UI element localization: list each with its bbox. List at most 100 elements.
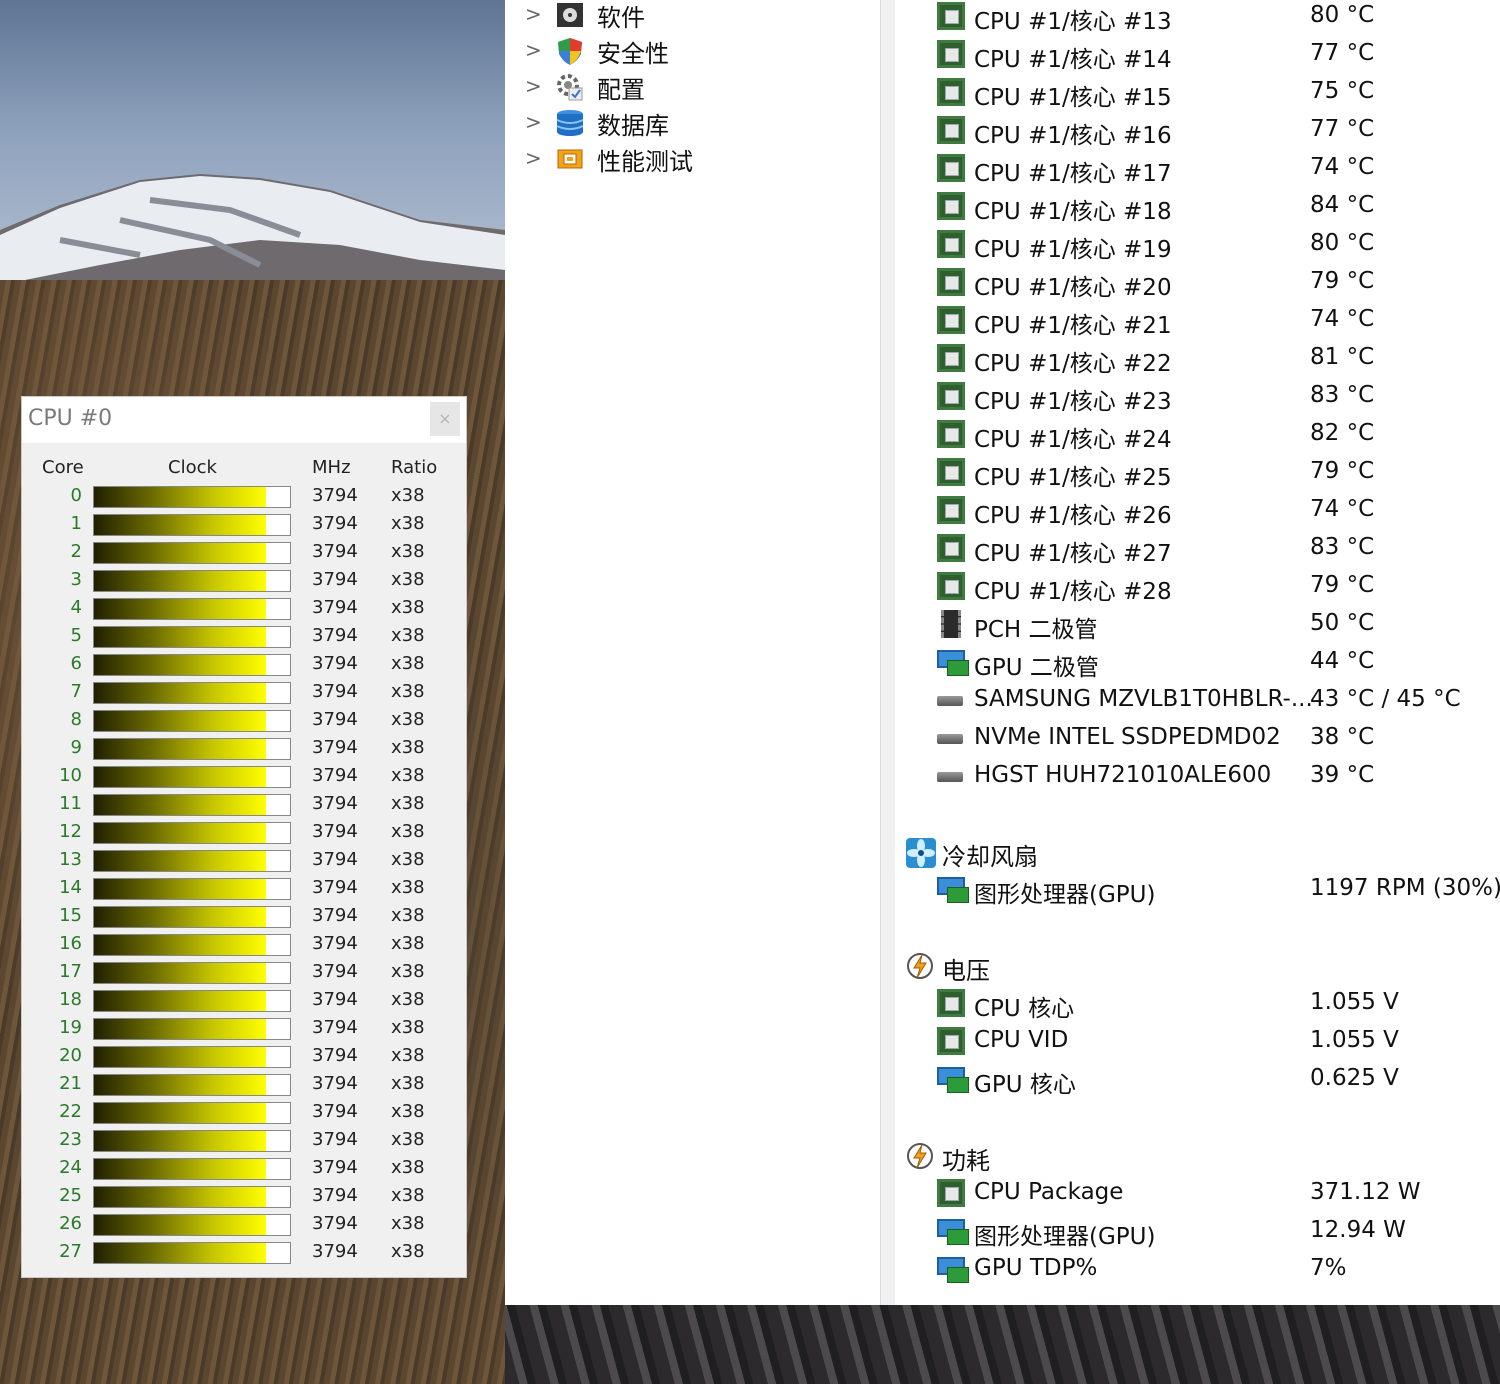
clock-bar-fill — [94, 1243, 267, 1263]
sensor-row[interactable]: 图形处理器(GPU) 12.94 W — [895, 1213, 1500, 1251]
sensor-row[interactable]: CPU #1/核心 #22 81 °C — [895, 340, 1500, 378]
core-ratio: x38 — [391, 541, 425, 562]
core-mhz: 3794 — [312, 597, 358, 618]
clock-bar — [93, 1214, 291, 1236]
chevron-right-icon[interactable]: > — [525, 2, 542, 26]
core-mhz: 3794 — [312, 625, 358, 646]
tree-item-label: 配置 — [597, 76, 645, 104]
sensor-row[interactable]: CPU #1/核心 #27 83 °C — [895, 530, 1500, 568]
core-row: 17 3794 x38 — [22, 959, 466, 987]
chevron-right-icon[interactable]: > — [525, 110, 542, 134]
clock-bar — [93, 766, 291, 788]
sensor-row[interactable]: CPU #1/核心 #18 84 °C — [895, 188, 1500, 226]
chevron-right-icon[interactable]: > — [525, 146, 542, 170]
core-row: 16 3794 x38 — [22, 931, 466, 959]
core-ratio: x38 — [391, 597, 425, 618]
sensor-row[interactable]: CPU #1/核心 #15 75 °C — [895, 74, 1500, 112]
sensor-value: 50 °C — [1310, 610, 1375, 636]
core-mhz: 3794 — [312, 1101, 358, 1122]
sensor-row[interactable]: CPU #1/核心 #20 79 °C — [895, 264, 1500, 302]
core-row: 8 3794 x38 — [22, 707, 466, 735]
cpu-chip-icon — [937, 989, 967, 1019]
sensor-row[interactable]: CPU #1/核心 #26 74 °C — [895, 492, 1500, 530]
sensor-value: 79 °C — [1310, 268, 1375, 294]
core-index: 13 — [59, 849, 82, 870]
sensor-row[interactable]: HGST HUH721010ALE600 39 °C — [895, 758, 1500, 796]
sensor-row[interactable]: CPU #1/核心 #14 77 °C — [895, 36, 1500, 74]
cpu-window-title: CPU #0 — [28, 406, 113, 431]
chevron-right-icon[interactable]: > — [525, 38, 542, 62]
core-ratio: x38 — [391, 1157, 425, 1178]
clock-bar-fill — [94, 907, 267, 927]
sensor-row[interactable]: CPU #1/核心 #21 74 °C — [895, 302, 1500, 340]
tree-pane: > 软件 > 安全性 > 配置 > 数据库 > 性能测试 — [505, 0, 880, 1305]
cpu-chip-icon — [937, 154, 967, 184]
core-index: 23 — [59, 1129, 82, 1150]
core-index: 14 — [59, 877, 82, 898]
core-ratio: x38 — [391, 1185, 425, 1206]
sensor-value: 77 °C — [1310, 116, 1375, 142]
cpu-chip-icon — [937, 268, 967, 298]
sensor-label: GPU 二极管 — [974, 655, 1099, 681]
group-power[interactable]: 功耗 — [895, 1137, 1500, 1175]
core-mhz: 3794 — [312, 1185, 358, 1206]
clock-bar-fill — [94, 487, 267, 507]
sensor-row[interactable]: CPU #1/核心 #13 80 °C — [895, 0, 1500, 36]
clock-bar-fill — [94, 571, 267, 591]
pane-splitter[interactable] — [880, 0, 896, 1305]
sensor-row[interactable]: 图形处理器(GPU) 1197 RPM (30%) — [895, 871, 1500, 909]
sensor-row[interactable]: SAMSUNG MZVLB1T0HBLR-... 43 °C / 45 °C — [895, 682, 1500, 720]
fan-icon — [905, 837, 937, 869]
core-ratio: x38 — [391, 1017, 425, 1038]
chevron-right-icon[interactable]: > — [525, 74, 542, 98]
sensor-value: 74 °C — [1310, 496, 1375, 522]
core-row: 24 3794 x38 — [22, 1155, 466, 1183]
group-fans-title: 冷却风扇 — [942, 843, 1038, 871]
close-button[interactable]: × — [430, 402, 460, 436]
core-ratio: x38 — [391, 681, 425, 702]
core-row: 3 3794 x38 — [22, 567, 466, 595]
group-voltage[interactable]: 电压 — [895, 947, 1500, 985]
core-row: 20 3794 x38 — [22, 1043, 466, 1071]
cpu-clock-window: CPU #0 × Core Clock MHz Ratio 0 3794 x38 1 3… — [22, 397, 466, 1277]
sensor-value: 0.625 V — [1310, 1065, 1399, 1091]
cpu-window-titlebar[interactable]: CPU #0 × — [22, 397, 466, 443]
core-mhz: 3794 — [312, 1129, 358, 1150]
sensor-row[interactable]: CPU #1/核心 #23 83 °C — [895, 378, 1500, 416]
clock-bar — [93, 850, 291, 872]
sensor-row[interactable]: PCH 二极管 50 °C — [895, 606, 1500, 644]
sensor-row[interactable]: CPU #1/核心 #16 77 °C — [895, 112, 1500, 150]
core-index: 7 — [70, 681, 82, 702]
clock-bar — [93, 962, 291, 984]
sensor-row[interactable]: GPU 核心 0.625 V — [895, 1061, 1500, 1099]
cpu-chip-icon — [937, 420, 967, 450]
core-index: 27 — [59, 1241, 82, 1262]
core-ratio: x38 — [391, 1129, 425, 1150]
sensor-row[interactable]: CPU #1/核心 #25 79 °C — [895, 454, 1500, 492]
sensor-row[interactable]: CPU 核心 1.055 V — [895, 985, 1500, 1023]
core-mhz: 3794 — [312, 849, 358, 870]
clock-bar — [93, 794, 291, 816]
cpu-chip-icon — [937, 534, 967, 564]
sensor-label: SAMSUNG MZVLB1T0HBLR-... — [974, 686, 1313, 712]
core-index: 1 — [70, 513, 82, 534]
core-mhz: 3794 — [312, 1213, 358, 1234]
core-ratio: x38 — [391, 905, 425, 926]
sensor-label: CPU #1/核心 #26 — [974, 503, 1172, 529]
clock-bar — [93, 710, 291, 732]
sensor-row[interactable]: GPU TDP% 7% — [895, 1251, 1500, 1289]
core-row: 5 3794 x38 — [22, 623, 466, 651]
sensor-row[interactable]: CPU VID 1.055 V — [895, 1023, 1500, 1061]
group-fans[interactable]: 冷却风扇 — [895, 833, 1500, 871]
sensor-row[interactable]: CPU #1/核心 #19 80 °C — [895, 226, 1500, 264]
sensor-row[interactable]: NVMe INTEL SSDPEDMD02 38 °C — [895, 720, 1500, 758]
core-mhz: 3794 — [312, 905, 358, 926]
clock-bar-fill — [94, 683, 267, 703]
sensor-value: 1.055 V — [1310, 989, 1399, 1015]
sensor-row[interactable]: CPU #1/核心 #17 74 °C — [895, 150, 1500, 188]
sensor-row[interactable]: CPU Package 371.12 W — [895, 1175, 1500, 1213]
sensor-row[interactable]: GPU 二极管 44 °C — [895, 644, 1500, 682]
sensor-row[interactable]: CPU #1/核心 #28 79 °C — [895, 568, 1500, 606]
sensor-label: CPU #1/核心 #27 — [974, 541, 1172, 567]
sensor-row[interactable]: CPU #1/核心 #24 82 °C — [895, 416, 1500, 454]
